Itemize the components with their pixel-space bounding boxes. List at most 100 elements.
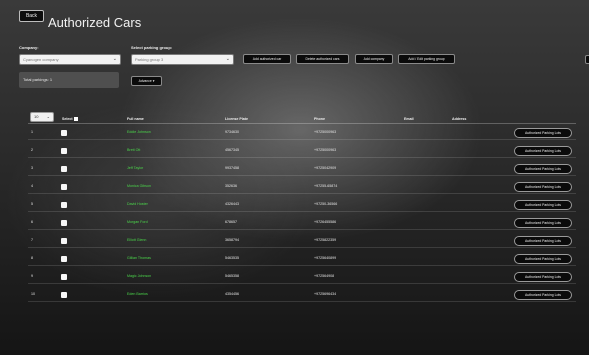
row-divider [28,193,576,194]
license-plate-cell: 5465358 [225,274,239,278]
select-header-label: Select [62,117,73,121]
column-header-select: Select [62,117,78,122]
row-number: 4 [31,184,33,188]
row-select-checkbox[interactable] [61,220,67,226]
row-select-checkbox[interactable] [61,238,67,244]
parking-group-select[interactable]: Parking group 3 ⌄ [131,54,234,65]
row-select-checkbox[interactable] [61,202,67,208]
row-select-checkbox[interactable] [61,184,67,190]
license-plate-cell: 3658794 [225,238,239,242]
company-label: Company: [19,45,39,50]
phone-cell: +9726455586 [314,220,337,224]
full-name-link[interactable]: Elliott Glenn [127,238,146,243]
add-authorized-car-button[interactable]: Add authorized car [243,54,291,64]
license-plate-cell: 4567345 [225,148,239,152]
row-number: 10 [31,292,35,296]
authorized-parking-lots-button[interactable]: Authorized Parking Lots [514,236,572,246]
column-header-address: Address [452,117,467,121]
phone-cell: +9725640899 [314,256,337,260]
phone-cell: +9725696434 [314,292,337,296]
row-divider [28,211,576,212]
back-button[interactable]: Back [19,10,44,22]
phone-cell: +9725042909 [314,166,337,170]
row-select-checkbox[interactable] [61,292,67,298]
chevron-down-icon: ⌄ [46,114,50,119]
phone-cell: +972564908 [314,274,335,278]
full-name-link[interactable]: Eddie Johnson [127,130,151,135]
table-row: 10 Eden Barrios 4354456 +9725696434 Authoriz… [28,289,576,302]
table-row: 3 Jeff Taylor 9937458 +9725042909 Authorized… [28,163,576,176]
row-divider [28,265,576,266]
license-plate-cell: 9937458 [225,166,239,170]
chevron-down-icon: ▾ [152,79,155,83]
add-edit-parking-group-button[interactable]: Add / Edit parking group [398,54,455,64]
row-number: 9 [31,274,33,278]
full-name-link[interactable]: Gillian Thomas [127,256,151,261]
parking-group-label: Select parking group: [131,45,173,50]
page-size-select[interactable]: 10 ⌄ [30,112,54,122]
row-select-checkbox[interactable] [61,256,67,262]
authorized-parking-lots-button[interactable]: Authorized Parking Lots [514,128,572,138]
license-plate-cell: 352636 [225,184,237,188]
license-plate-cell: 9734630 [225,130,239,134]
authorized-parking-lots-button[interactable]: Authorized Parking Lots [514,200,572,210]
full-name-link[interactable]: David Hoster [127,202,148,207]
page-size-value: 10 [34,114,39,119]
row-divider [28,139,576,140]
row-divider [28,229,576,230]
authorized-parking-lots-button[interactable]: Authorized Parking Lots [514,272,572,282]
row-number: 2 [31,148,33,152]
row-number: 1 [31,130,33,134]
table-row: 4 Monica Gibson 352636 +97255-65874 Authoriz… [28,181,576,194]
authorized-parking-lots-button[interactable]: Authorized Parking Lots [514,254,572,264]
row-number: 3 [31,166,33,170]
column-header-phone: Phone [314,117,325,121]
row-number: 8 [31,256,33,260]
page-title: Authorized Cars [48,15,142,30]
license-plate-cell: 4326443 [225,202,239,206]
row-number: 7 [31,238,33,242]
authorized-parking-lots-button[interactable]: Authorized Parking Lots [514,164,572,174]
row-select-checkbox[interactable] [61,274,67,280]
authorized-parking-lots-button[interactable]: Authorized Parking Lots [514,182,572,192]
advance-label: Advance [138,79,152,83]
full-name-link[interactable]: Brett Ott [127,148,140,153]
license-plate-cell: 4354456 [225,292,239,296]
full-name-link[interactable]: Morgan Ford [127,220,148,225]
delete-authorized-cars-button[interactable]: Delete authorized cars [296,54,349,64]
row-divider [28,175,576,176]
toolbar-overflow-button[interactable] [585,55,589,64]
row-number: 6 [31,220,33,224]
table-row: 1 Eddie Johnson 9734630 +9725000963 Authoriz… [28,127,576,140]
full-name-link[interactable]: Jeff Taylor [127,166,143,171]
select-all-checkbox[interactable] [73,117,78,122]
table-row: 8 Gillian Thomas 5463535 +9725640899 Authori… [28,253,576,266]
table-row: 5 David Hoster 4326443 +97250-36566 Authoriz… [28,199,576,212]
authorized-parking-lots-button[interactable]: Authorized Parking Lots [514,290,572,300]
authorized-parking-lots-button[interactable]: Authorized Parking Lots [514,218,572,228]
table-row: 6 Morgan Ford 678657 +9726455586 Authorized … [28,217,576,230]
company-select[interactable]: Cyanogen company ⌄ [19,54,121,65]
phone-cell: +97255-65874 [314,184,338,188]
table-row: 2 Brett Ott 4567345 +9725000963 Authorized P… [28,145,576,158]
license-plate-cell: 678657 [225,220,237,224]
table-row: 7 Elliott Glenn 3658794 +9725822359 Authoriz… [28,235,576,248]
phone-cell: +9725000963 [314,130,337,134]
row-select-checkbox[interactable] [61,166,67,172]
phone-cell: +97250-36566 [314,202,338,206]
full-name-link[interactable]: Eden Barrios [127,292,148,297]
total-parkings-label: Total parkings: [23,77,49,82]
full-name-link[interactable]: Monica Gibson [127,184,151,189]
authorized-parking-lots-button[interactable]: Authorized Parking Lots [514,146,572,156]
full-name-link[interactable]: Magic Johnson [127,274,151,279]
license-plate-cell: 5463535 [225,256,239,260]
row-select-checkbox[interactable] [61,148,67,154]
chevron-down-icon: ⌄ [225,56,230,62]
phone-cell: +9725000963 [314,148,337,152]
add-company-button[interactable]: Add company [355,54,393,64]
header-divider [28,123,576,124]
total-parkings-value: 1 [49,77,53,82]
row-select-checkbox[interactable] [61,130,67,136]
advance-button[interactable]: Advance ▾ [131,76,162,86]
company-select-value: Cyanogen company [23,57,59,62]
